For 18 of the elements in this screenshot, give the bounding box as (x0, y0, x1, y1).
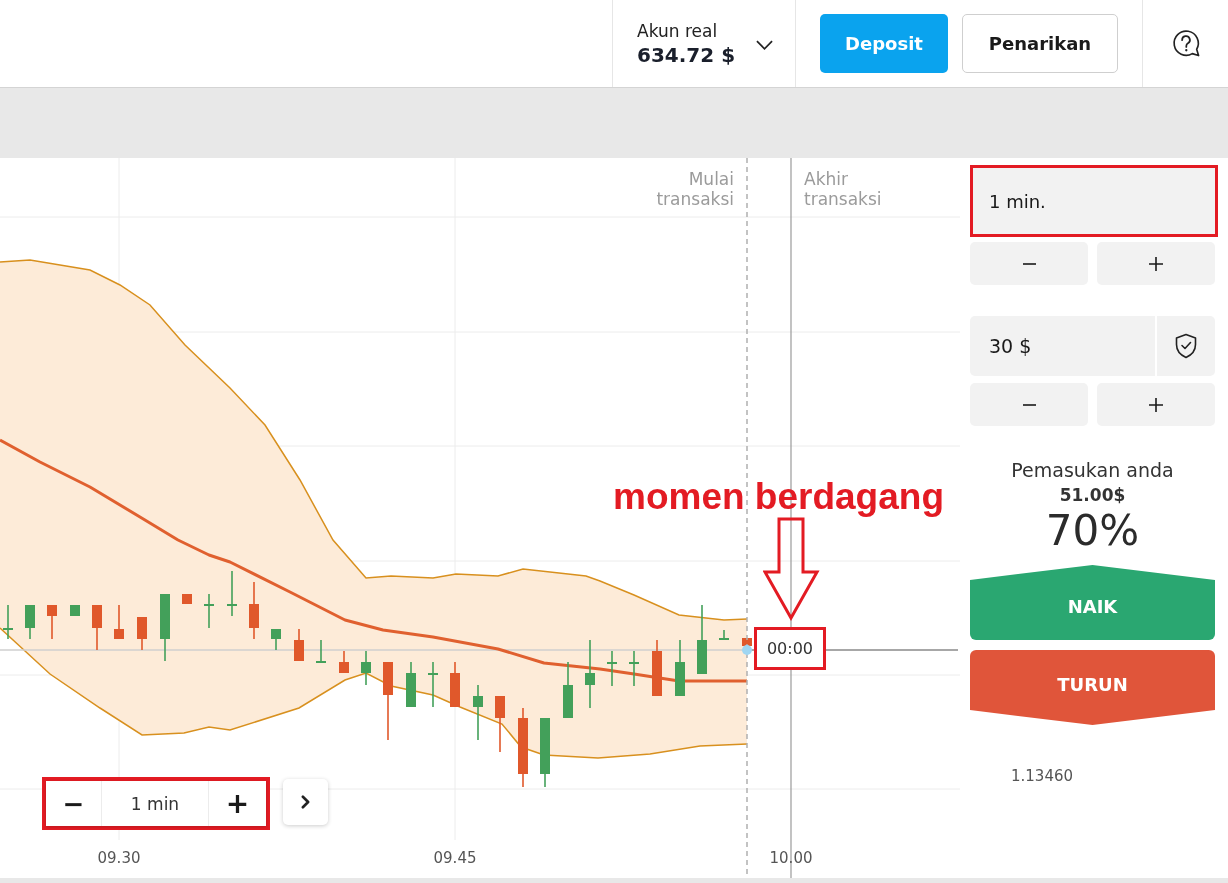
chevron-down-icon[interactable] (756, 39, 774, 50)
account-balance: 634.72 $ (637, 41, 736, 68)
minus-icon (1022, 262, 1036, 265)
price-axis-label: 1.13460 (1010, 766, 1075, 786)
income-label: Pemasukan anda (1010, 458, 1175, 482)
protection-button[interactable] (1157, 316, 1215, 376)
shield-check-icon (1174, 333, 1198, 359)
plus-icon (1149, 256, 1163, 271)
plus-icon (1149, 397, 1163, 412)
account-label: Akun real (637, 19, 719, 42)
income-value: 51.00$ (1058, 484, 1127, 506)
down-button[interactable]: TURUN (970, 650, 1215, 725)
help-icon[interactable] (1172, 29, 1201, 58)
minus-icon (1022, 403, 1036, 406)
amount-field[interactable]: 30 $ (970, 316, 1155, 376)
payout-percent: 70% (1044, 506, 1141, 556)
withdraw-button[interactable]: Penarikan (962, 14, 1118, 73)
duration-field[interactable]: 1 min. (973, 168, 1215, 234)
